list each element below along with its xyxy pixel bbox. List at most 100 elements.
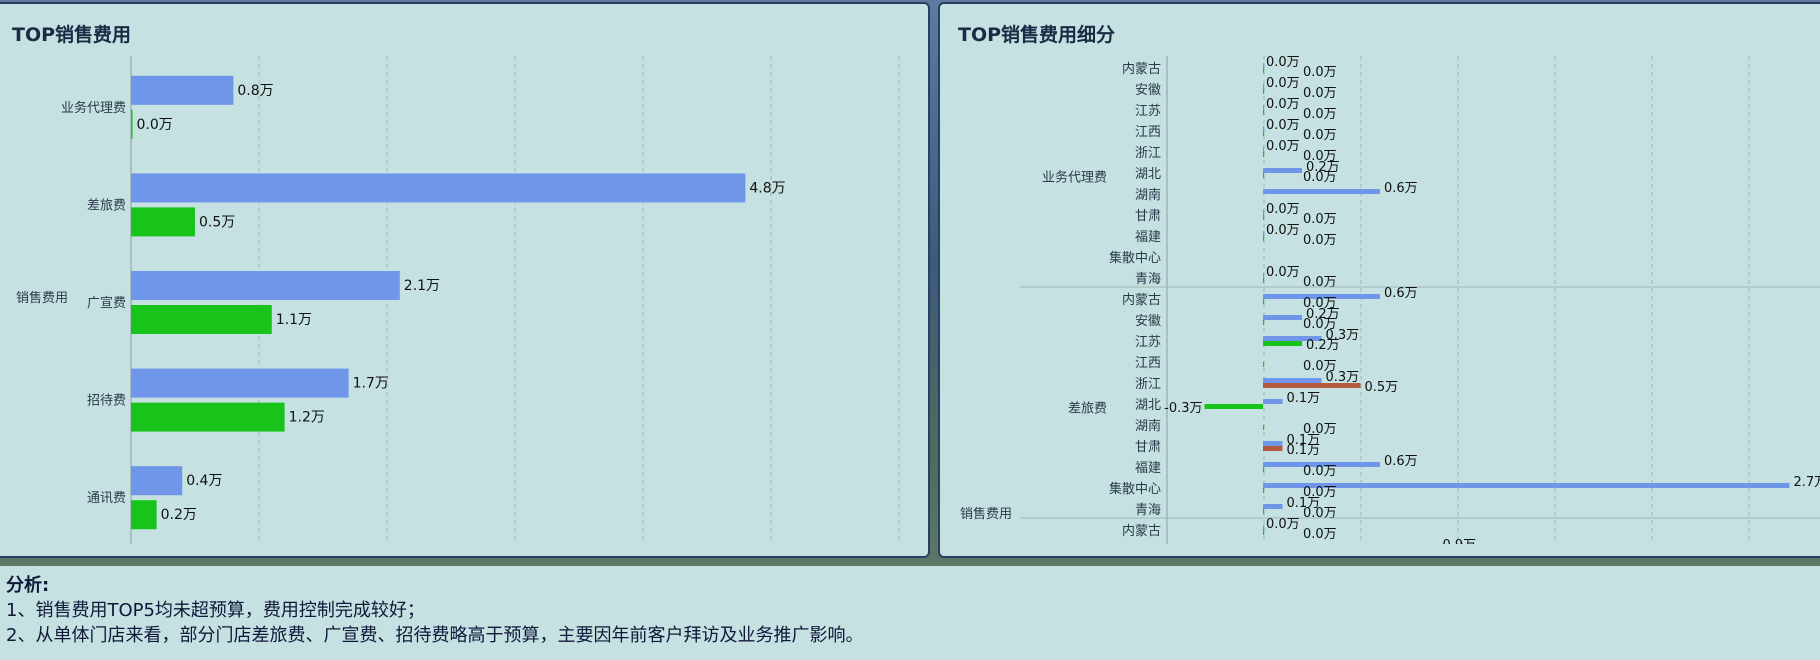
region-label: 甘肃 <box>1135 209 1161 224</box>
region-label: 江西 <box>1135 125 1161 140</box>
data-label: 0.6万 <box>1384 286 1418 301</box>
bar <box>1263 110 1265 115</box>
region-label: 湖北 <box>1135 167 1161 182</box>
bar <box>1263 509 1265 514</box>
bar <box>1263 131 1265 136</box>
data-label: -0.3万 <box>1164 401 1202 416</box>
region-label: 湖南 <box>1135 187 1161 203</box>
data-label: 0.1万 <box>1287 391 1321 406</box>
bar <box>131 368 349 398</box>
data-label: 0.0万 <box>1266 223 1300 238</box>
top-expense-chart: 销售费用 业务代理费 0.8万 0.0万差旅费 4.8万 0.5万广宣费 2.1万 1.1万招… <box>16 56 900 544</box>
top-expense-panel: TOP销售费用 销售费用 业务代理费 0.8万 0.0万 差旅费 4.8万 0.5万 广宣费 2… <box>0 2 930 558</box>
outer-group-label: 销售费用 <box>960 506 1012 522</box>
data-label: 0.0万 <box>1303 170 1337 185</box>
bar <box>1263 299 1265 304</box>
bar <box>131 109 133 139</box>
bar <box>1263 84 1265 89</box>
category-label: 通讯费 <box>87 491 126 506</box>
bar <box>1263 546 1439 551</box>
bar <box>1263 399 1283 404</box>
bar <box>1263 362 1265 367</box>
category-label: 招待费 <box>87 394 126 409</box>
bar <box>1263 231 1265 236</box>
data-label: 0.0万 <box>1266 202 1300 217</box>
bar <box>131 402 285 432</box>
region-label: 青海 <box>1135 503 1161 518</box>
group-label: 业务代理费 <box>1042 170 1107 186</box>
group-label: 销售费用 <box>16 290 68 306</box>
data-label: 1.7万 <box>353 376 389 392</box>
region-label: 湖南 <box>1135 418 1161 434</box>
data-label: 1.2万 <box>289 410 325 426</box>
analysis-line-1: 1、销售费用TOP5均未超预算，费用控制完成较好； <box>6 600 425 621</box>
expense-breakdown-chart: 内蒙古 0.0万0.0万安徽 0.0万0.0万江苏 0.0万0.0万江西 0.0万0.0… <box>960 55 1820 558</box>
data-label: 0.0万 <box>137 117 173 133</box>
data-label: 1.1万 <box>276 312 312 328</box>
bar <box>131 173 746 203</box>
region-label: 福建 <box>1135 230 1161 245</box>
data-label: 0.0万 <box>1303 527 1337 542</box>
bar <box>1263 278 1265 283</box>
data-label: 0.8万 <box>237 83 273 99</box>
region-label: 集散中心 <box>1109 481 1161 497</box>
data-label: 0.0万 <box>1266 139 1300 154</box>
bar <box>131 271 400 300</box>
bar <box>1263 236 1265 241</box>
data-label: 0.0万 <box>1303 128 1337 143</box>
data-label: 0.5万 <box>199 214 235 230</box>
data-label: 0.1万 <box>1287 443 1321 458</box>
region-label: 江苏 <box>1135 103 1161 119</box>
bar <box>131 500 157 530</box>
data-label: 0.0万 <box>1303 275 1337 290</box>
expense-breakdown-panel: TOP销售费用细分 内蒙古 0.0万 0.0万 安徽 0.0万 0.0万 江苏 0.0万 0.0… <box>938 2 1820 558</box>
bar <box>1263 467 1265 472</box>
bar <box>1263 147 1265 152</box>
region-label: 浙江 <box>1135 377 1161 392</box>
bar <box>1263 504 1283 509</box>
analysis-line-2: 2、从单体门店来看，部分门店差旅费、广宣费、招待费略高于预算，主要因年前客户拜访… <box>6 625 864 646</box>
bar <box>131 305 272 334</box>
data-label: 0.3万 <box>1326 370 1360 385</box>
bar <box>131 466 183 496</box>
bar <box>1263 63 1265 68</box>
bar <box>1263 189 1380 194</box>
region-label: 甘肃 <box>1135 440 1161 455</box>
bar <box>1263 152 1265 157</box>
bar <box>1263 341 1302 346</box>
bar <box>1263 378 1322 383</box>
data-label: 0.4万 <box>186 473 222 489</box>
group-label: 差旅费 <box>1068 402 1107 417</box>
bar <box>1263 488 1265 493</box>
data-label: 0.0万 <box>1303 65 1337 80</box>
data-label: 0.2万 <box>161 507 197 523</box>
data-label: 0.9万 <box>1443 538 1477 553</box>
category-label: 业务代理费 <box>61 100 126 116</box>
bar <box>1263 383 1361 388</box>
category-label: 广宣费 <box>87 295 126 311</box>
region-label: 福建 <box>1135 461 1161 476</box>
region-label: 内蒙古 <box>1122 523 1161 539</box>
region-label: 安徽 <box>1135 545 1161 558</box>
chart-body: 内蒙古 0.0万0.0万安徽 0.0万0.0万江苏 0.0万0.0万江西 0.0万0.0… <box>1020 55 1820 558</box>
data-label: 0.0万 <box>1303 212 1337 227</box>
bar <box>1263 315 1302 320</box>
region-label: 安徽 <box>1135 314 1161 329</box>
bar <box>1263 483 1790 488</box>
bar <box>1263 525 1265 530</box>
data-label: 2.1万 <box>404 278 440 294</box>
data-label: 2.7万 <box>1794 475 1820 490</box>
data-label: 0.0万 <box>1266 517 1300 532</box>
bar <box>1263 89 1265 94</box>
bar <box>131 207 195 237</box>
data-label: 0.0万 <box>1303 506 1337 521</box>
region-label: 内蒙古 <box>1122 292 1161 308</box>
data-label: 0.0万 <box>1303 86 1337 101</box>
data-label: 0.0万 <box>1266 55 1300 70</box>
bar <box>1204 404 1263 409</box>
data-label: 0.0万 <box>1303 233 1337 248</box>
bar <box>1263 446 1283 451</box>
data-label: 0.2万 <box>1306 338 1340 353</box>
data-label: 0.6万 <box>1384 454 1418 469</box>
data-label: 0.0万 <box>1266 265 1300 280</box>
